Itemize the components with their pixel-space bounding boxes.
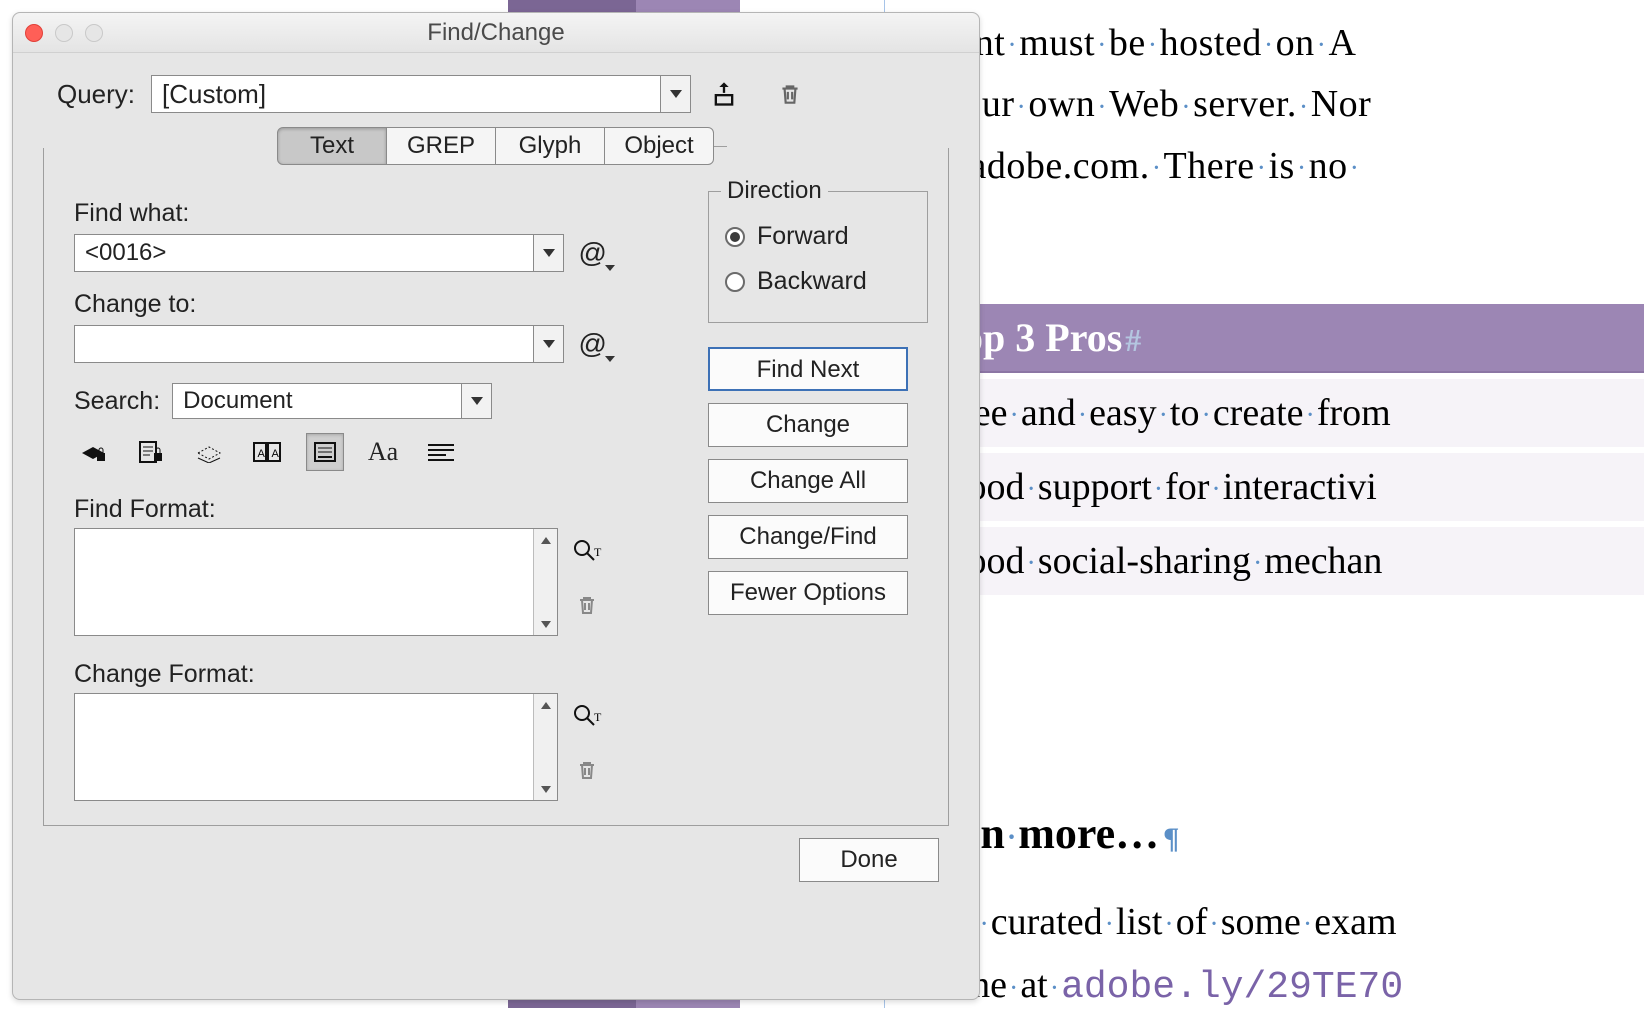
change-to-label: Change to: xyxy=(74,290,604,319)
delete-query-icon[interactable] xyxy=(773,77,807,111)
chevron-down-icon[interactable] xyxy=(461,384,491,418)
specify-change-format-icon[interactable]: T xyxy=(570,699,604,733)
change-all-button[interactable]: Change All xyxy=(708,459,908,503)
find-next-button[interactable]: Find Next xyxy=(708,347,908,391)
whole-word-icon[interactable] xyxy=(422,433,460,471)
query-label: Query: xyxy=(57,79,135,110)
find-format-label: Find Format: xyxy=(74,495,604,524)
find-what-input[interactable]: <0016> xyxy=(74,234,564,272)
include-hidden-layers-icon[interactable] xyxy=(190,433,228,471)
save-query-icon[interactable] xyxy=(707,77,741,111)
chevron-down-icon[interactable] xyxy=(533,326,563,362)
dialog-titlebar[interactable]: Find/Change xyxy=(13,13,979,53)
table-row[interactable]: Good·social-sharing·mechan xyxy=(876,521,1644,595)
direction-forward-radio[interactable]: Forward xyxy=(725,214,911,259)
table-row[interactable]: Free·and·easy·to·create·from xyxy=(876,373,1644,447)
table-row[interactable]: Good·support·for·interactivi xyxy=(876,447,1644,521)
pros-table[interactable]: Top 3 Pros# Free·and·easy·to·create·from… xyxy=(876,304,1644,595)
scrollbar[interactable] xyxy=(533,529,557,635)
close-window-button[interactable] xyxy=(25,24,43,42)
bullet-line-2: line·at·adobe.ly/29TE70 xyxy=(950,955,1403,1018)
done-button[interactable]: Done xyxy=(799,838,939,882)
find-what-label: Find what: xyxy=(74,199,604,228)
change-find-button[interactable]: Change/Find xyxy=(708,515,908,559)
include-locked-layers-icon[interactable] xyxy=(74,433,112,471)
search-scope-select[interactable]: Document xyxy=(172,383,492,419)
chevron-down-icon[interactable] xyxy=(533,235,563,271)
direction-legend: Direction xyxy=(721,177,828,205)
special-chars-change-icon[interactable]: @ xyxy=(578,328,606,360)
zoom-window-button[interactable] xyxy=(85,24,103,42)
tab-text[interactable]: Text xyxy=(277,127,387,165)
end-of-cell-marker: # xyxy=(1122,322,1141,358)
scroll-up-icon[interactable] xyxy=(534,529,558,551)
radio-selected-icon xyxy=(725,227,745,247)
tab-grep[interactable]: GREP xyxy=(386,127,496,165)
direction-group: Direction Forward Backward xyxy=(708,191,928,323)
fewer-options-button[interactable]: Fewer Options xyxy=(708,571,908,615)
mode-tabbar: Text GREP Glyph Object xyxy=(13,127,979,165)
scroll-down-icon[interactable] xyxy=(534,778,558,800)
find-format-box[interactable] xyxy=(74,528,558,636)
options-panel: Find what: <0016> @ Change to: @ Search: xyxy=(43,146,949,826)
direction-backward-radio[interactable]: Backward xyxy=(725,259,911,304)
radio-unselected-icon xyxy=(725,272,745,292)
specify-find-format-icon[interactable]: T xyxy=(570,534,604,568)
clear-find-format-icon[interactable] xyxy=(570,588,604,622)
case-sensitive-icon[interactable]: Aa xyxy=(364,433,402,471)
scroll-up-icon[interactable] xyxy=(534,694,558,716)
include-master-pages-icon[interactable]: AA xyxy=(248,433,286,471)
tab-glyph[interactable]: Glyph xyxy=(495,127,605,165)
search-scope-label: Search: xyxy=(74,387,160,416)
svg-text:A: A xyxy=(272,448,280,460)
change-format-label: Change Format: xyxy=(74,660,604,689)
clear-change-format-icon[interactable] xyxy=(570,753,604,787)
special-chars-find-icon[interactable]: @ xyxy=(578,237,606,269)
scope-toggle-row: AA Aa xyxy=(74,433,604,471)
pilcrow-icon: ¶ xyxy=(1159,822,1179,855)
svg-text:A: A xyxy=(258,448,266,460)
include-locked-stories-icon[interactable] xyxy=(132,433,170,471)
find-change-dialog: Find/Change Query: [Custom] Text GREP Gl… xyxy=(12,12,980,1000)
dialog-title: Find/Change xyxy=(427,19,564,46)
change-to-input[interactable] xyxy=(74,325,564,363)
scroll-down-icon[interactable] xyxy=(534,613,558,635)
query-select[interactable]: [Custom] xyxy=(151,75,691,113)
svg-text:T: T xyxy=(594,710,602,724)
tab-object[interactable]: Object xyxy=(604,127,714,165)
change-format-box[interactable] xyxy=(74,693,558,801)
scrollbar[interactable] xyxy=(533,694,557,800)
table-header-row[interactable]: Top 3 Pros# xyxy=(876,304,1644,373)
minimize-window-button[interactable] xyxy=(55,24,73,42)
change-button[interactable]: Change xyxy=(708,403,908,447)
svg-text:T: T xyxy=(594,545,602,559)
include-footnotes-icon[interactable] xyxy=(306,433,344,471)
chevron-down-icon[interactable] xyxy=(660,76,690,112)
